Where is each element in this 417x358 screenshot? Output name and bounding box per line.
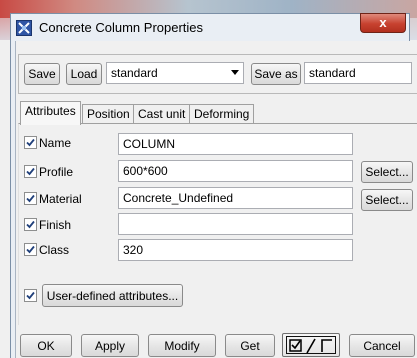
load-button[interactable]: Load <box>66 63 102 85</box>
chevron-down-icon[interactable] <box>231 70 239 75</box>
name-checkbox[interactable] <box>24 136 37 149</box>
tab-cast-unit[interactable]: Cast unit <box>133 104 191 124</box>
save-as-button[interactable]: Save as <box>251 63 301 85</box>
class-input[interactable]: 320 <box>118 239 353 261</box>
finish-input[interactable] <box>118 213 353 235</box>
profile-label: Profile <box>39 165 74 179</box>
window-title: Concrete Column Properties <box>39 20 204 35</box>
dialog-window: Concrete Column Properties x Save Load s… <box>0 0 417 358</box>
close-icon: x <box>379 15 387 30</box>
class-label: Class <box>39 243 70 257</box>
save-as-name-input[interactable]: standard <box>304 62 412 84</box>
load-settings-value: standard <box>111 66 158 80</box>
finish-label: Finish <box>39 218 72 232</box>
get-button[interactable]: Get <box>225 334 275 357</box>
material-checkbox[interactable] <box>24 192 37 205</box>
save-button[interactable]: Save <box>24 63 60 85</box>
tab-position[interactable]: Position <box>82 104 135 124</box>
checkmark-icon <box>26 138 35 147</box>
tab-deforming[interactable]: Deforming <box>189 104 255 124</box>
class-checkbox[interactable] <box>24 243 37 256</box>
profile-select-button[interactable]: Select... <box>361 161 413 183</box>
checkmark-icon <box>26 245 35 254</box>
material-select-button[interactable]: Select... <box>361 189 413 211</box>
checkmark-icon <box>26 167 35 176</box>
profile-checkbox[interactable] <box>24 165 37 178</box>
load-settings-combo[interactable]: standard <box>106 62 244 84</box>
check-toggle-icon <box>289 338 332 354</box>
app-icon <box>16 20 32 36</box>
profile-input[interactable]: 600*600 <box>118 160 353 182</box>
material-label: Material <box>39 192 82 206</box>
toggle-all-checkboxes-button[interactable] <box>282 333 340 357</box>
apply-button[interactable]: Apply <box>81 334 139 357</box>
checkmark-icon <box>26 291 35 300</box>
udas-checkbox[interactable] <box>24 289 37 302</box>
name-label: Name <box>39 136 72 150</box>
tab-attributes[interactable]: Attributes <box>20 101 81 125</box>
ok-button[interactable]: OK <box>20 334 72 357</box>
checkmark-icon <box>26 194 35 203</box>
user-defined-attributes-button[interactable]: User-defined attributes... <box>42 284 183 307</box>
close-button[interactable]: x <box>360 13 406 33</box>
cancel-button[interactable]: Cancel <box>349 334 415 357</box>
modify-button[interactable]: Modify <box>148 334 216 357</box>
checkmark-icon <box>26 220 35 229</box>
material-input[interactable]: Concrete_Undefined <box>118 187 353 209</box>
name-input[interactable]: COLUMN <box>118 133 353 155</box>
finish-checkbox[interactable] <box>24 218 37 231</box>
